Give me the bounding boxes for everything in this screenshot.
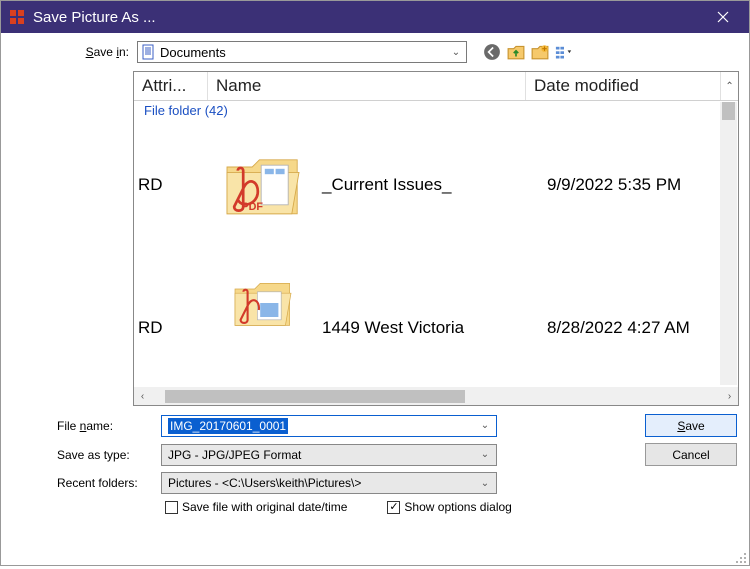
file-name-value: IMG_20170601_0001 xyxy=(168,418,288,434)
resize-grip[interactable] xyxy=(735,551,747,563)
scroll-up-button[interactable]: ⌃ xyxy=(721,72,738,100)
list-item[interactable]: RD 1449 West Victoria 8/28/2022 4:27 AM xyxy=(134,250,738,340)
window-title: Save Picture As ... xyxy=(33,9,701,26)
recent-folders-value: Pictures - <C:\Users\keith\Pictures\> xyxy=(168,476,478,490)
svg-text:PDF: PDF xyxy=(241,201,263,213)
scroll-thumb[interactable] xyxy=(165,390,465,403)
save-as-type-label: Save as type: xyxy=(13,448,153,462)
save-in-dropdown[interactable]: Documents ⌄ xyxy=(137,41,467,63)
cancel-button[interactable]: Cancel xyxy=(645,443,737,466)
toolbar-icons xyxy=(483,43,573,61)
file-name-label: File name: xyxy=(13,419,153,433)
column-header-date[interactable]: Date modified xyxy=(526,72,721,100)
vertical-scrollbar[interactable] xyxy=(720,102,737,385)
save-in-value: Documents xyxy=(160,45,444,60)
column-header-attributes[interactable]: Attri... xyxy=(134,72,208,100)
chevron-down-icon: ⌄ xyxy=(448,47,464,58)
folder-icon: PDF xyxy=(208,140,318,230)
horizontal-scrollbar[interactable]: ‹ › xyxy=(134,387,738,405)
save-original-datetime-checkbox[interactable]: Save file with original date/time xyxy=(165,500,347,514)
scroll-thumb[interactable] xyxy=(722,102,735,120)
column-headers: Attri... Name Date modified ⌃ xyxy=(134,72,738,101)
close-button[interactable] xyxy=(701,1,745,33)
row-attribute: RD xyxy=(134,318,208,338)
scroll-left-button[interactable]: ‹ xyxy=(134,388,151,405)
save-in-row: Save in: Documents ⌄ xyxy=(1,33,749,69)
chevron-down-icon: ⌄ xyxy=(478,449,492,460)
app-icon xyxy=(9,9,25,25)
save-in-label: Save in: xyxy=(11,45,129,59)
save-as-type-value: JPG - JPG/JPEG Format xyxy=(168,448,478,462)
folder-icon xyxy=(208,268,318,338)
scroll-right-button[interactable]: › xyxy=(721,388,738,405)
row-name: _Current Issues_ xyxy=(318,175,543,195)
titlebar: Save Picture As ... xyxy=(1,1,749,33)
up-folder-button[interactable] xyxy=(507,43,525,61)
view-menu-button[interactable] xyxy=(555,43,573,61)
documents-icon xyxy=(140,44,156,60)
back-button[interactable] xyxy=(483,43,501,61)
row-date: 9/9/2022 5:35 PM xyxy=(543,175,738,195)
row-name: 1449 West Victoria xyxy=(318,318,543,338)
column-header-name[interactable]: Name xyxy=(208,72,526,100)
bottom-panel: File name: IMG_20170601_0001 ⌄ Save Save… xyxy=(1,406,749,518)
file-name-field[interactable]: IMG_20170601_0001 ⌄ xyxy=(161,415,497,437)
recent-folders-dropdown[interactable]: Pictures - <C:\Users\keith\Pictures\> ⌄ xyxy=(161,472,497,494)
new-folder-button[interactable] xyxy=(531,43,549,61)
file-list: Attri... Name Date modified ⌃ File folde… xyxy=(133,71,739,406)
show-options-dialog-checkbox[interactable]: ✓ Show options dialog xyxy=(387,500,511,514)
group-label-file-folder[interactable]: File folder (42) xyxy=(134,101,738,120)
checkbox-label: Save file with original date/time xyxy=(182,500,347,514)
checkbox-icon: ✓ xyxy=(387,501,400,514)
recent-folders-label: Recent folders: xyxy=(13,476,153,490)
checkbox-icon xyxy=(165,501,178,514)
row-attribute: RD xyxy=(134,175,208,195)
row-date: 8/28/2022 4:27 AM xyxy=(543,318,738,338)
save-as-type-dropdown[interactable]: JPG - JPG/JPEG Format ⌄ xyxy=(161,444,497,466)
save-button[interactable]: Save xyxy=(645,414,737,437)
chevron-down-icon: ⌄ xyxy=(478,420,492,431)
chevron-down-icon: ⌄ xyxy=(478,478,492,489)
list-item[interactable]: RD PDF _Current Issues_ 9/9/2022 5:35 PM xyxy=(134,120,738,250)
checkbox-label: Show options dialog xyxy=(404,500,511,514)
